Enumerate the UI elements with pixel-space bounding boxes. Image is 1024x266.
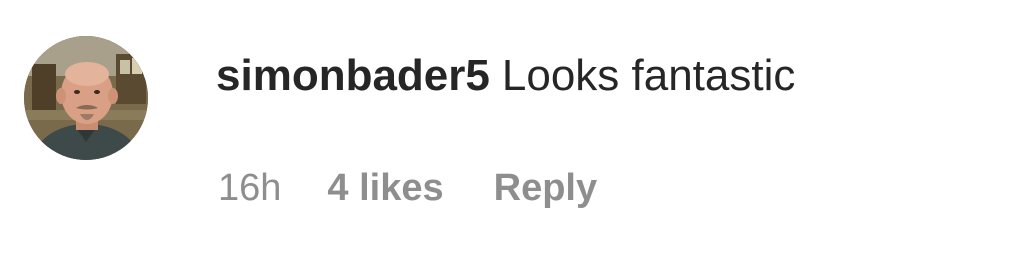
reply-button[interactable]: Reply [494, 160, 597, 216]
comment-item: simonbader5 Looks fantastic 16h 4 likes Rep… [0, 0, 1024, 266]
comment-text: Looks fantastic [501, 51, 796, 100]
timestamp[interactable]: 16h [218, 160, 281, 216]
comment-meta: 16h 4 likes Reply [218, 160, 597, 216]
likes-count-button[interactable]: 4 likes [327, 160, 443, 216]
username-link[interactable]: simonbader5 [216, 51, 490, 100]
user-avatar-photo-icon [24, 36, 148, 160]
avatar[interactable] [24, 36, 148, 160]
comment-body: simonbader5 Looks fantastic [216, 46, 795, 106]
